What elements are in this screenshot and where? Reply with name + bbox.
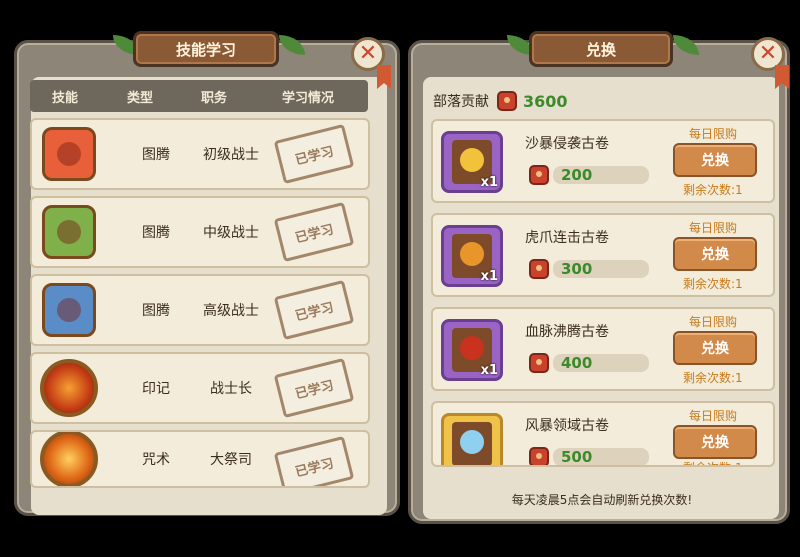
- shop-item-row: x1 沙暴侵袭古卷 200 每日限购 兑换 剩余次数:1: [431, 119, 775, 203]
- flag-decoration: [775, 65, 789, 89]
- skill-row[interactable]: 图腾 中级战士 已学习: [30, 196, 370, 268]
- skill-type: 印记: [142, 381, 170, 397]
- item-price: 200: [529, 165, 649, 185]
- item-name: 虎爪连击古卷: [525, 230, 609, 246]
- dragon-seal-medal-icon: [36, 357, 102, 419]
- skill-role: 初级战士: [203, 147, 259, 163]
- skill-role: 中级战士: [203, 225, 259, 241]
- header-role: 职务: [200, 90, 227, 106]
- remaining-count: 剩余次数:1: [683, 459, 743, 465]
- shop-item-row: x1 血脉沸腾古卷 400 每日限购 兑换 剩余次数:1: [431, 307, 775, 391]
- skill-type: 咒术: [142, 452, 170, 468]
- close-icon: ✕: [358, 41, 378, 66]
- remaining-count: 剩余次数:1: [683, 371, 743, 385]
- leaf-decoration: [279, 35, 305, 55]
- skill-type: 图腾: [142, 147, 170, 163]
- item-price: 400: [529, 353, 649, 373]
- daily-limit-label: 每日限购: [689, 127, 738, 141]
- sandstorm-scroll-icon: x1: [441, 131, 503, 193]
- daily-limit-label: 每日限购: [689, 221, 738, 235]
- skill-role: 大祭司: [210, 452, 252, 468]
- tribe-token-icon: [529, 165, 549, 185]
- tribe-contribution: 部落贡献 3600: [433, 91, 568, 111]
- skill-row[interactable]: 咒术 大祭司 已学习: [30, 430, 370, 488]
- item-price: 500: [529, 447, 649, 465]
- tribe-token-icon: [529, 259, 549, 279]
- daily-limit-label: 每日限购: [689, 409, 738, 423]
- item-name: 风暴领域古卷: [525, 418, 609, 434]
- learned-stamp: 已学习: [273, 201, 355, 263]
- skill-type: 图腾: [142, 225, 170, 241]
- learned-stamp: 已学习: [273, 435, 355, 486]
- blue-totem-drum-icon: [36, 279, 102, 341]
- daily-limit-label: 每日限购: [689, 315, 738, 329]
- tiger-claw-scroll-icon: x1: [441, 225, 503, 287]
- leaf-decoration: [673, 35, 699, 55]
- storm-domain-scroll-icon: [441, 413, 503, 465]
- header-skill: 技能: [51, 90, 78, 106]
- skill-row[interactable]: 印记 战士长 已学习: [30, 352, 370, 424]
- tribe-token-icon: [497, 91, 517, 111]
- close-icon: ✕: [758, 41, 778, 66]
- contribution-value: 3600: [523, 91, 568, 111]
- learned-stamp: 已学习: [273, 357, 355, 419]
- skill-table-header: 技能 类型 职务 学习情况: [30, 80, 368, 112]
- contribution-label: 部落贡献: [433, 94, 489, 110]
- panel-title: 兑换: [529, 31, 673, 67]
- skill-type: 图腾: [142, 303, 170, 319]
- learned-stamp: 已学习: [273, 279, 355, 341]
- item-price: 300: [529, 259, 649, 279]
- exchange-button[interactable]: 兑换: [673, 331, 757, 365]
- panel-title: 技能学习: [133, 31, 279, 67]
- tribe-token-icon: [529, 353, 549, 373]
- item-name: 血脉沸腾古卷: [525, 324, 609, 340]
- blood-boil-scroll-icon: x1: [441, 319, 503, 381]
- skill-role: 战士长: [210, 381, 252, 397]
- item-name: 沙暴侵袭古卷: [525, 136, 609, 152]
- header-status: 学习情况: [281, 90, 334, 106]
- remaining-count: 剩余次数:1: [683, 277, 743, 291]
- green-totem-drum-icon: [36, 201, 102, 263]
- header-type: 类型: [126, 90, 153, 106]
- remaining-count: 剩余次数:1: [683, 183, 743, 197]
- exchange-button[interactable]: 兑换: [673, 237, 757, 271]
- skill-row[interactable]: 图腾 高级战士 已学习: [30, 274, 370, 346]
- exchange-panel: 兑换 ✕ 部落贡献 3600 x1 沙暴侵袭古卷 200 每日限购 兑换 剩余次…: [408, 31, 790, 524]
- shop-item-row: x1 虎爪连击古卷 300 每日限购 兑换 剩余次数:1: [431, 213, 775, 297]
- exchange-button[interactable]: 兑换: [673, 425, 757, 459]
- refresh-notice: 每天凌晨5点会自动刷新兑换次数!: [511, 493, 693, 507]
- red-totem-drum-icon: [36, 123, 102, 185]
- fire-curse-medal-icon: [36, 432, 102, 486]
- shop-item-row: 风暴领域古卷 500 每日限购 兑换 剩余次数:1: [431, 401, 775, 467]
- learned-stamp: 已学习: [273, 123, 355, 185]
- tribe-token-icon: [529, 447, 549, 465]
- skill-role: 高级战士: [203, 303, 259, 319]
- exchange-button[interactable]: 兑换: [673, 143, 757, 177]
- skill-row[interactable]: 图腾 初级战士 已学习: [30, 118, 370, 190]
